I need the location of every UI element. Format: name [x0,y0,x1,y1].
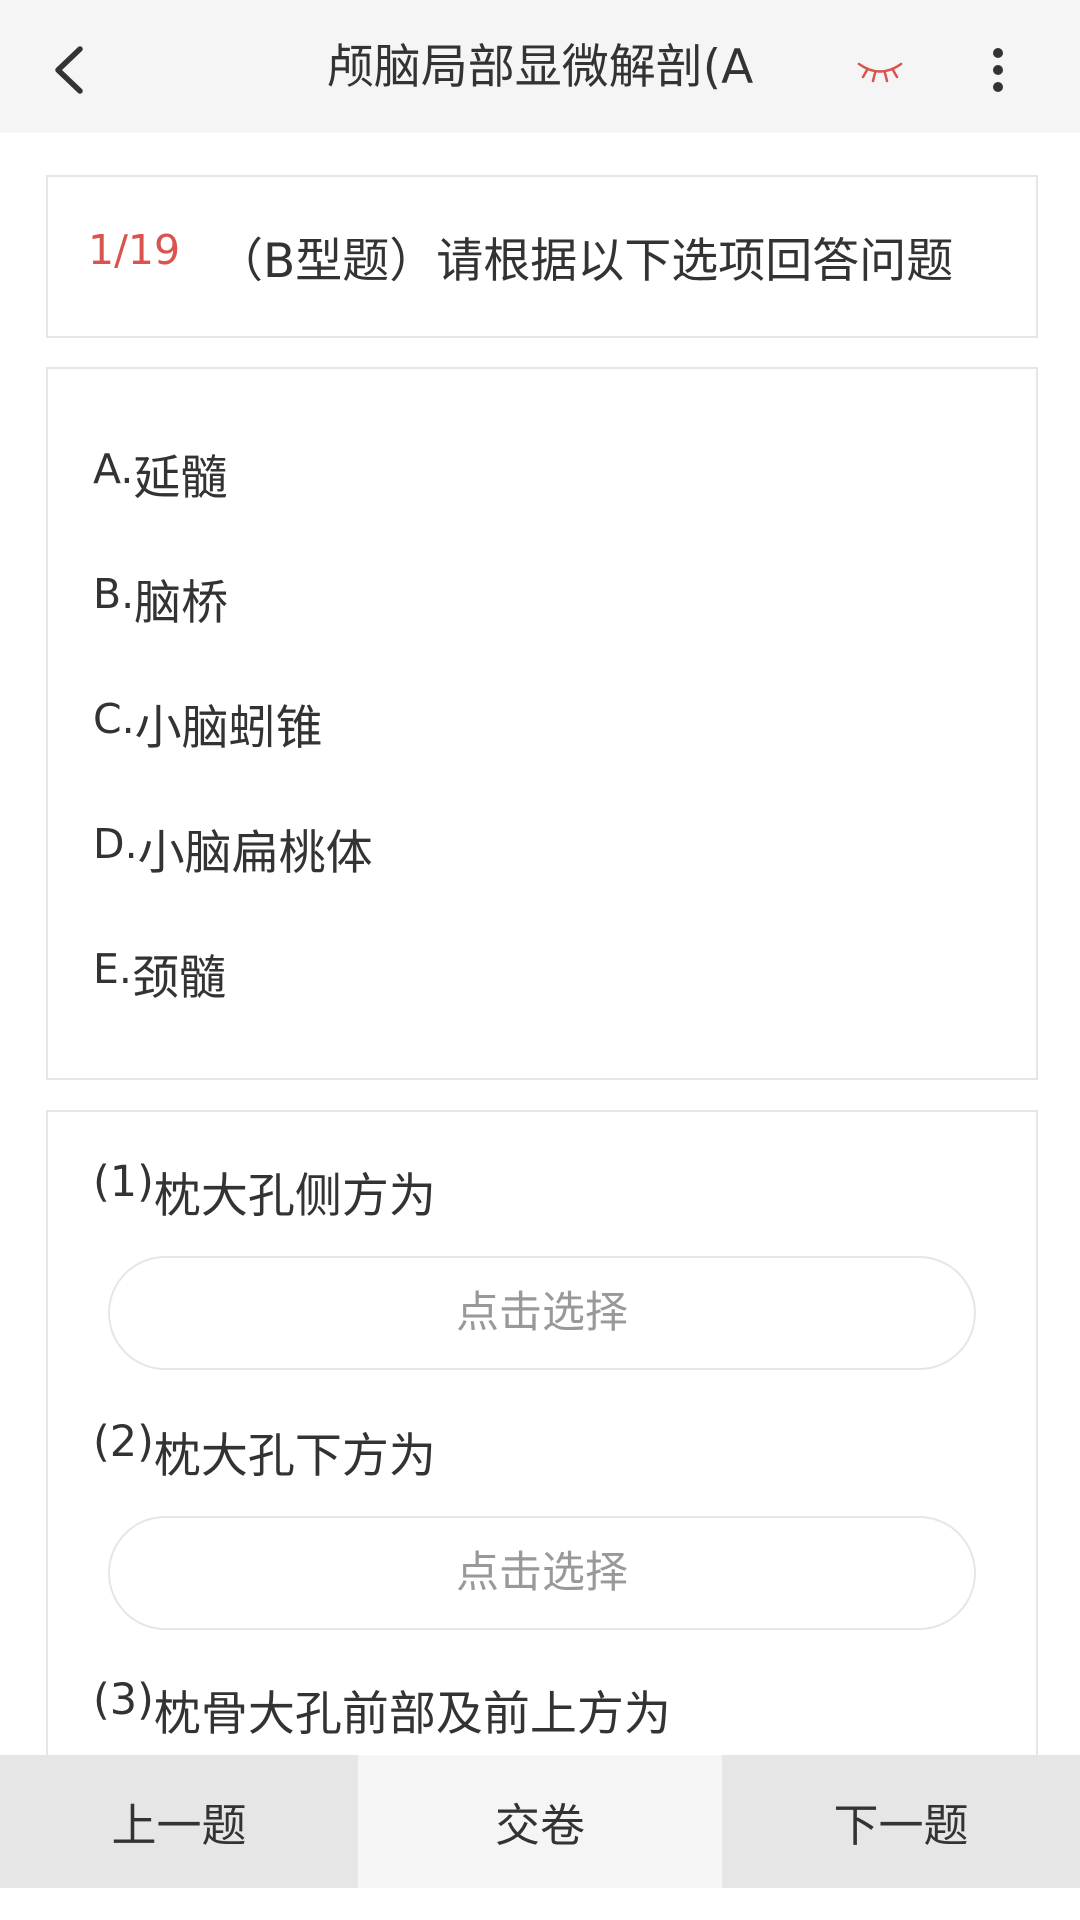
chevron-left-icon [55,46,83,94]
next-question-button[interactable]: 下一题 [722,1755,1080,1888]
question-header-card: 1/19 （B型题）请根据以下选项回答问题 [46,175,1038,338]
bottom-nav-bar: 上一题 交卷 下一题 [0,1755,1080,1888]
more-vertical-icon [993,48,1003,92]
previous-question-button[interactable]: 上一题 [0,1755,358,1888]
sub-question-2: (2)枕大孔下方为 [93,1417,436,1487]
sub-question-number: (3) [93,1675,154,1725]
option-letter: A. [93,445,134,493]
option-text: 小脑蚓锥 [134,701,323,756]
option-e: E.颈髓 [93,944,226,1014]
option-c: C.小脑蚓锥 [93,694,323,764]
page-title: 颅脑局部显微解剖(A [326,40,754,95]
more-menu-button[interactable] [968,35,1028,105]
sub-question-number: (2) [93,1417,154,1467]
option-text: 脑桥 [134,576,229,631]
answer-select-2[interactable]: 点击选择 [108,1516,976,1630]
option-b: B.脑桥 [93,569,228,639]
option-letter: C. [93,695,135,743]
option-text: 颈髓 [131,951,226,1006]
option-text: 小脑扁桃体 [137,826,373,881]
question-counter: 1/19 [88,226,181,274]
sub-question-text: 枕大孔下方为 [153,1429,436,1484]
option-a: A.延髓 [93,444,227,514]
back-button[interactable] [30,30,110,110]
top-app-bar: 颅脑局部显微解剖(A [0,0,1080,133]
option-letter: B. [93,570,135,618]
option-text: 延髓 [133,451,228,506]
exam-screen: 颅脑局部显微解剖(A 1/19 （B型题）请根据以下选项回答问题 A.延髓 B.… [0,0,1080,1920]
submit-exam-button[interactable]: 交卷 [358,1755,722,1888]
question-stem: （B型题）请根据以下选项回答问题 [216,234,954,289]
option-d: D.小脑扁桃体 [93,819,373,889]
toggle-answer-visibility-button[interactable] [845,40,915,100]
options-card: A.延髓 B.脑桥 C.小脑蚓锥 D.小脑扁桃体 E.颈髓 [46,367,1038,1080]
sub-question-1: (1)枕大孔侧方为 [93,1157,436,1227]
sub-question-3: (3)枕骨大孔前部及前上方为 [93,1675,671,1745]
eye-closed-icon [857,62,903,83]
sub-question-text: 枕骨大孔前部及前上方为 [153,1687,671,1742]
bottom-spacer [0,1888,1080,1920]
option-letter: E. [93,945,132,993]
sub-question-number: (1) [93,1157,154,1207]
option-letter: D. [93,820,138,868]
answer-select-1[interactable]: 点击选择 [108,1256,976,1370]
sub-question-text: 枕大孔侧方为 [153,1169,436,1224]
